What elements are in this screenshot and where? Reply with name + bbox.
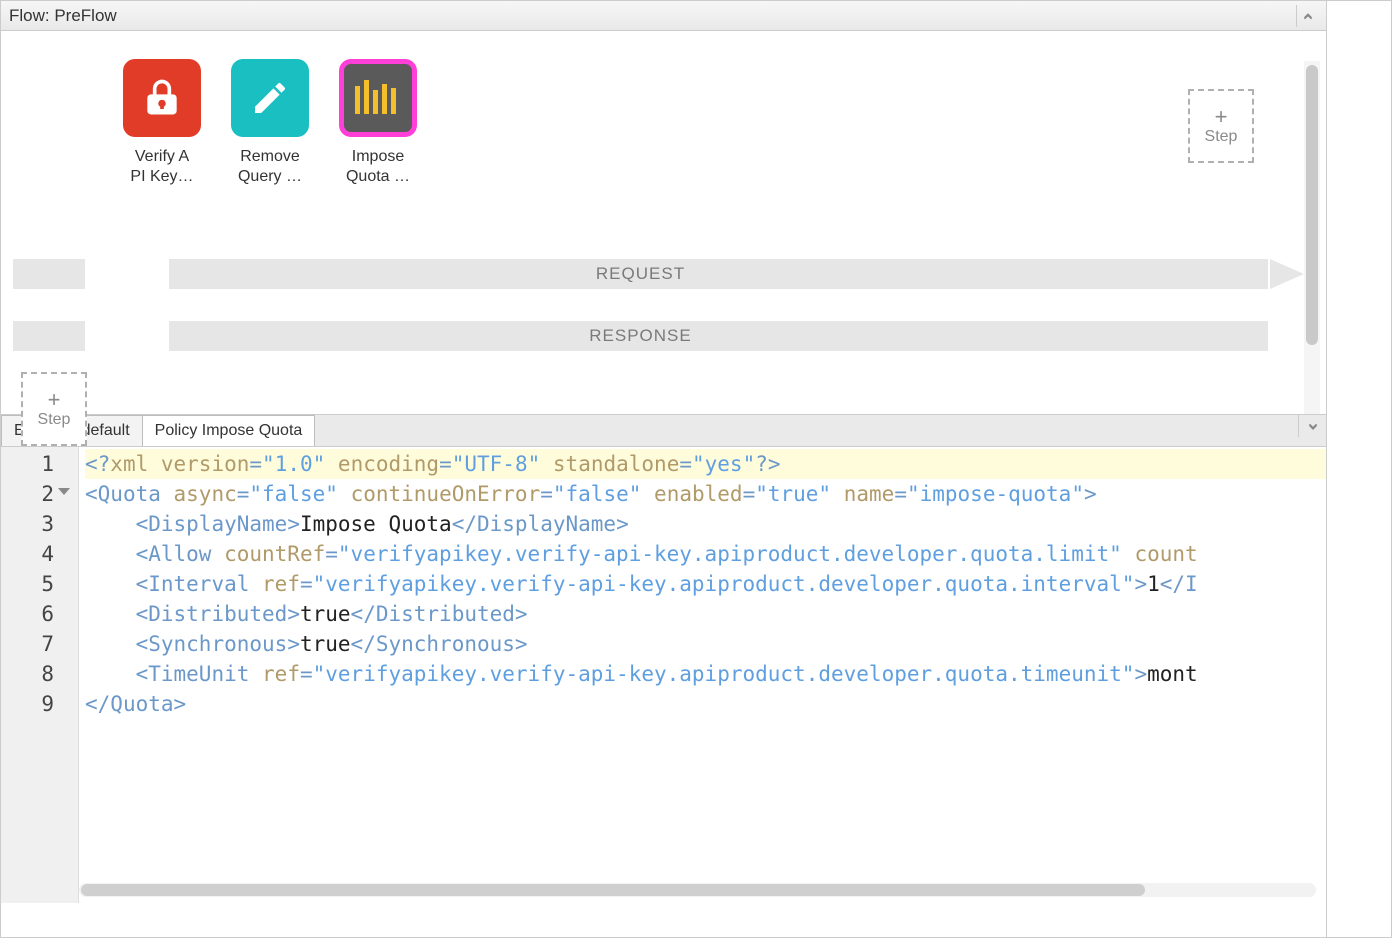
code-line-5[interactable]: <Interval ref="verifyapikey.verify-api-k… [85,569,1326,599]
edit-icon[interactable] [231,59,309,137]
arrow-right-icon [1270,259,1304,289]
code-line-7[interactable]: <Synchronous>true</Synchronous> [85,629,1326,659]
flow-canvas: Verify API Key… RemoveQuery … ImposeQuot… [1,31,1326,415]
editor-horizontal-scrollbar[interactable] [79,883,1316,897]
code-line-9[interactable]: </Quota> [85,689,1326,719]
flow-title: Flow: PreFlow [9,6,117,26]
code-line-2[interactable]: <Quota async="false" continueOnError="fa… [85,479,1326,509]
request-flow-bar: REQUEST [13,259,1268,289]
editor-tabs: Endpoint defaultPolicy Impose Quota [1,415,1326,447]
code-editor[interactable]: 123456789 <?xml version="1.0" encoding="… [1,447,1326,903]
code-area[interactable]: <?xml version="1.0" encoding="UTF-8" sta… [79,447,1326,903]
collapse-flow-icon[interactable] [1296,5,1318,27]
code-line-1[interactable]: <?xml version="1.0" encoding="UTF-8" sta… [85,449,1326,479]
plus-icon: + [48,389,61,411]
policy-edit[interactable]: RemoveQuery … [225,59,315,187]
fold-icon[interactable] [58,488,70,495]
code-line-8[interactable]: <TimeUnit ref="verifyapikey.verify-api-k… [85,659,1326,689]
plus-icon: + [1215,106,1228,128]
lock-icon[interactable] [123,59,201,137]
flow-panel-header: Flow: PreFlow [1,1,1326,31]
quota-icon[interactable] [339,59,417,137]
add-step-button-response[interactable]: + Step [21,372,87,446]
tab-1[interactable]: Policy Impose Quota [142,415,316,446]
response-flow-bar: RESPONSE [13,321,1268,351]
policy-label: ImposeQuota … [333,147,423,187]
add-step-button-request[interactable]: + Step [1188,89,1254,163]
code-line-3[interactable]: <DisplayName>Impose Quota</DisplayName> [85,509,1326,539]
code-line-6[interactable]: <Distributed>true</Distributed> [85,599,1326,629]
policy-label: Verify API Key… [117,147,207,187]
arrow-left-icon [23,321,57,351]
line-gutter: 123456789 [1,447,79,903]
policy-label: RemoveQuery … [225,147,315,187]
code-line-4[interactable]: <Allow countRef="verifyapikey.verify-api… [85,539,1326,569]
flow-vertical-scrollbar[interactable] [1304,61,1320,414]
policy-quota[interactable]: ImposeQuota … [333,59,423,187]
policy-lock[interactable]: Verify API Key… [117,59,207,187]
expand-editor-icon[interactable] [1298,415,1326,437]
